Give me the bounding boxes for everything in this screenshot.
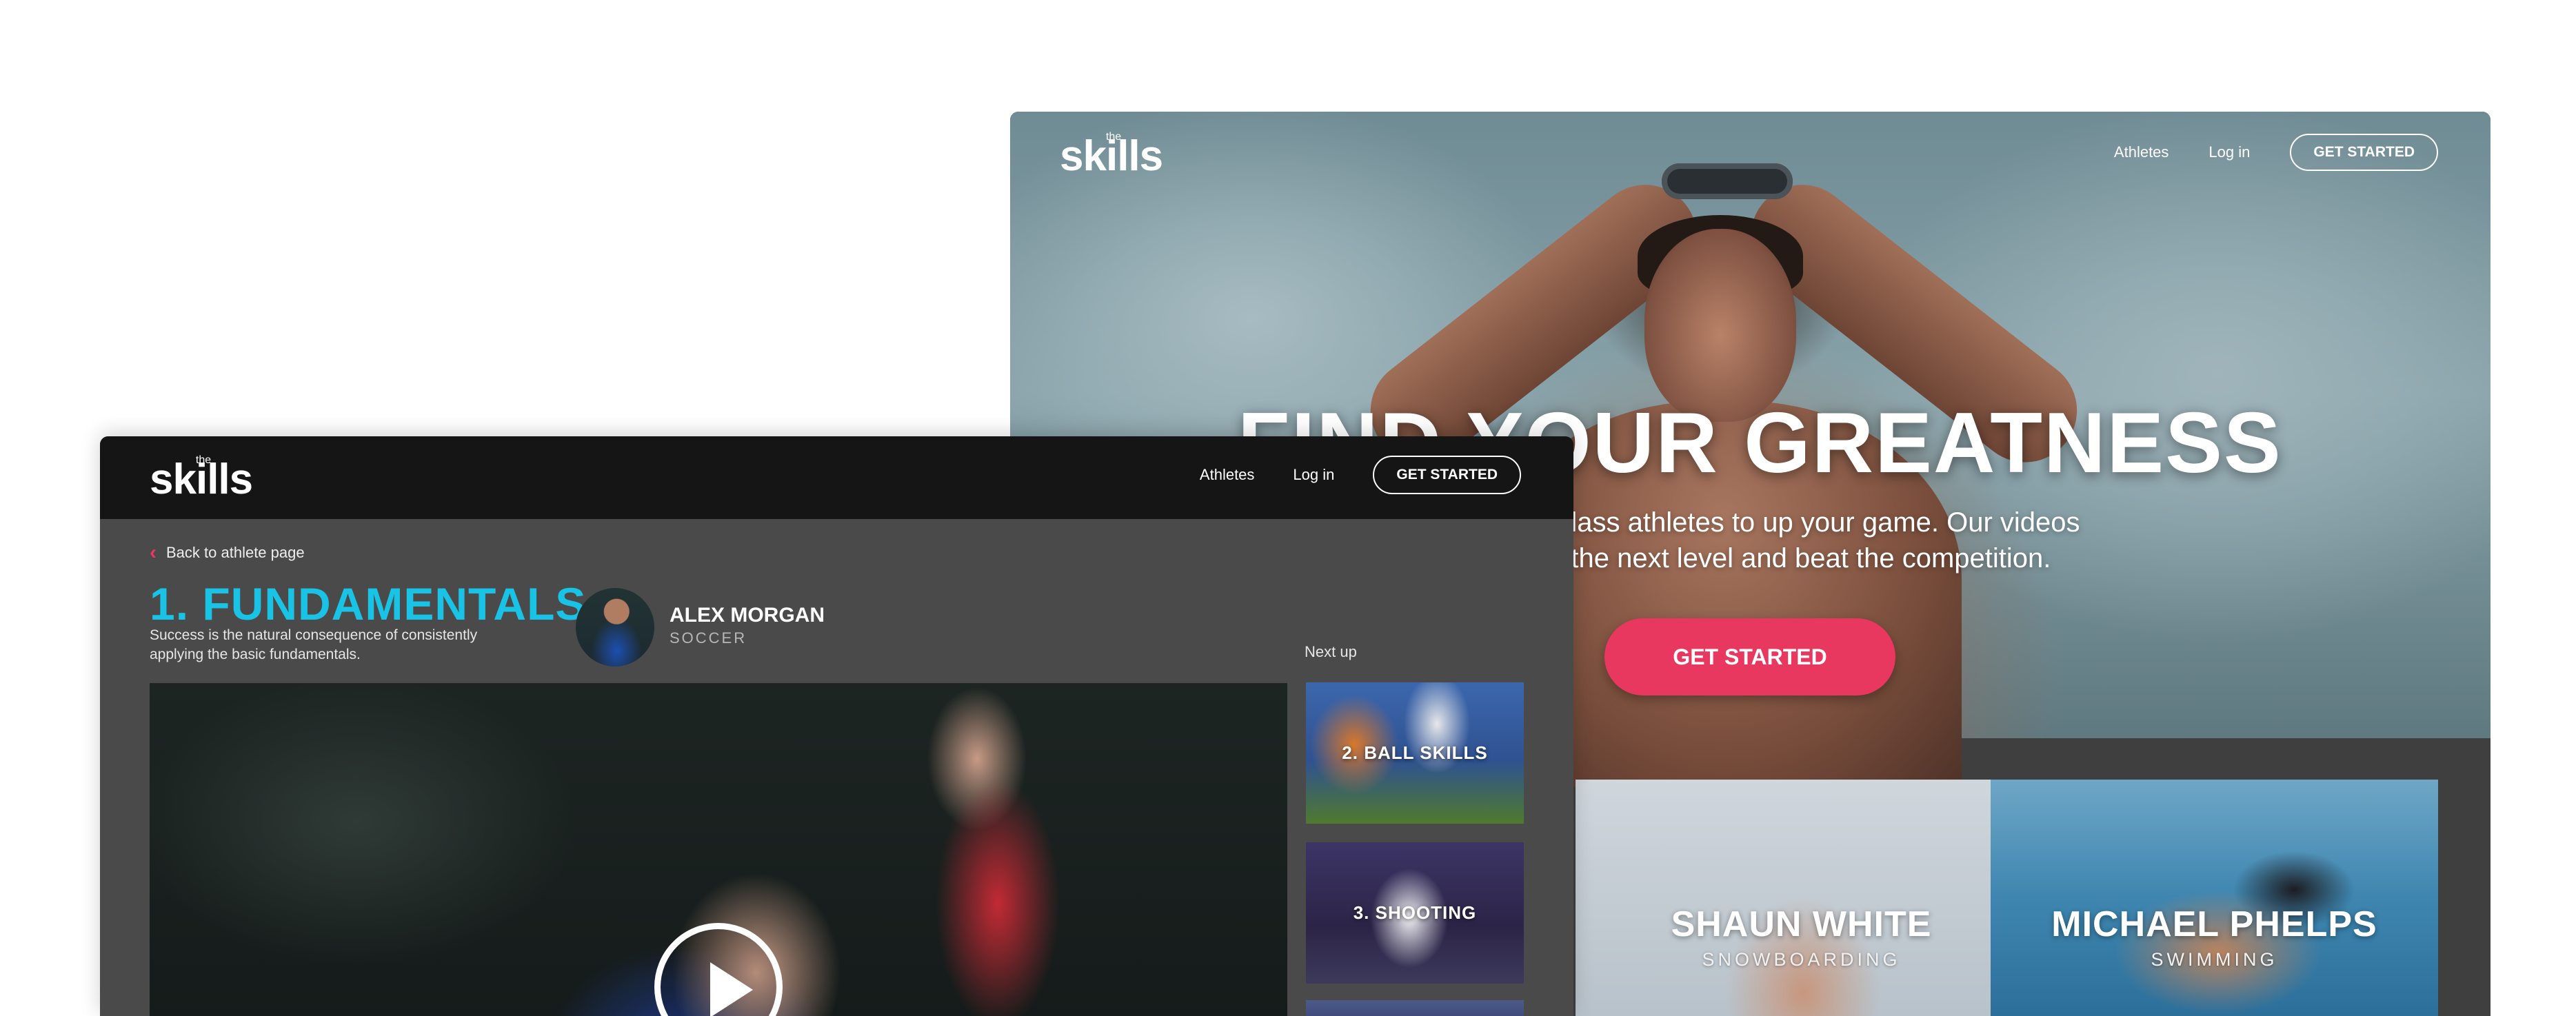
coach-avatar[interactable] <box>576 588 654 667</box>
coach-sport: SOCCER <box>670 629 747 647</box>
nav-get-started-button[interactable]: GET STARTED <box>1373 456 1521 494</box>
next-up-card-shooting[interactable]: 3. SHOOTING <box>1306 842 1524 984</box>
landing-nav: Athletes Log in GET STARTED <box>2114 134 2438 171</box>
hero-subtitle-line-2: ch the next level and beat the competiti… <box>1534 543 2051 573</box>
athlete-card-name: SHAUN WHITE <box>1671 904 1932 944</box>
next-up-card-partial[interactable] <box>1306 1000 1524 1016</box>
athlete-card-shaun-white[interactable]: SHAUN WHITE SNOWBOARDING <box>1576 780 2027 1016</box>
back-to-athlete-link[interactable]: ‹ Back to athlete page <box>150 542 305 563</box>
nav-login-link[interactable]: Log in <box>2208 143 2250 161</box>
back-link-label: Back to athlete page <box>166 544 305 561</box>
next-up-label: Next up <box>1305 643 1357 660</box>
hero-image-goggles <box>1662 163 1793 199</box>
landing-logo[interactable]: the skills <box>1060 131 1163 178</box>
athlete-card-sport: SWIMMING <box>2151 949 2278 970</box>
video-player[interactable] <box>150 683 1287 1016</box>
nav-athletes-link[interactable]: Athletes <box>1200 466 1255 484</box>
hero-subtitle: d class athletes to up your game. Our vi… <box>1534 505 2127 576</box>
hero-image-swimmer-head <box>1644 229 1796 422</box>
nav-get-started-button[interactable]: GET STARTED <box>2290 134 2438 171</box>
athlete-card-sport: SNOWBOARDING <box>1702 949 1901 970</box>
next-up-card-ball-skills[interactable]: 2. BALL SKILLS <box>1306 682 1524 824</box>
coach-name[interactable]: ALEX MORGAN <box>670 604 825 627</box>
next-up-card-label: 2. BALL SKILLS <box>1342 742 1488 763</box>
lesson-nav: Athletes Log in GET STARTED <box>1200 456 1521 494</box>
logo-word: skills <box>1060 132 1163 180</box>
chevron-left-icon: ‹ <box>150 541 157 564</box>
lesson-title: 1. FUNDAMENTALS <box>150 578 587 629</box>
athlete-card-name: MICHAEL PHELPS <box>2051 904 2377 944</box>
hero-subtitle-line-1: d class athletes to up your game. Our vi… <box>1534 507 2080 538</box>
lesson-window: the skills Athletes Log in GET STARTED ‹… <box>100 436 1573 1016</box>
logo-word: skills <box>150 456 253 503</box>
nav-athletes-link[interactable]: Athletes <box>2114 143 2169 161</box>
lesson-logo[interactable]: the skills <box>150 454 253 503</box>
next-up-card-label: 3. SHOOTING <box>1353 902 1477 923</box>
play-icon[interactable] <box>654 923 783 1016</box>
lesson-header: the skills Athletes Log in GET STARTED <box>100 436 1573 519</box>
athlete-card-michael-phelps[interactable]: MICHAEL PHELPS SWIMMING <box>1991 780 2438 1016</box>
hero-get-started-button[interactable]: GET STARTED <box>1604 618 1895 695</box>
lesson-description: Success is the natural consequence of co… <box>150 627 478 662</box>
nav-login-link[interactable]: Log in <box>1293 466 1334 484</box>
